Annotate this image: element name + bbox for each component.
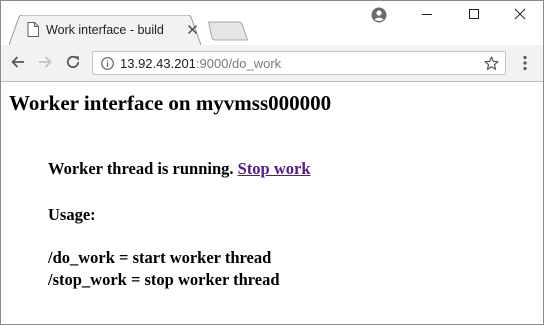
stop-work-link[interactable]: Stop work: [238, 159, 311, 178]
status-line: Worker thread is running. Stop work: [48, 159, 311, 179]
minimize-button[interactable]: [404, 1, 450, 27]
star-icon[interactable]: [484, 56, 499, 71]
window-close-icon: [514, 8, 526, 20]
tab-strip: Work interface - build: [1, 1, 543, 45]
window-close-button[interactable]: [497, 1, 543, 27]
usage-label: Usage:: [48, 205, 96, 224]
maximize-icon: [469, 9, 479, 19]
tab-title: Work interface - build: [46, 23, 164, 37]
close-icon[interactable]: [187, 24, 198, 35]
reload-icon[interactable]: [64, 53, 82, 71]
minimize-icon: [422, 14, 432, 15]
page-content: Worker interface on myvmss000000 Worker …: [1, 82, 543, 324]
browser-toolbar: 13.92.43.201:9000/do_work: [1, 45, 543, 82]
profile-icon[interactable]: [371, 7, 387, 23]
browser-window: Work interface - build 13.92.43.201:9000…: [0, 0, 544, 325]
document-icon: [27, 22, 39, 37]
status-text: Worker thread is running.: [48, 159, 234, 178]
maximize-button[interactable]: [451, 1, 497, 27]
url-host: 13.92.43.201: [120, 56, 196, 71]
new-tab-button[interactable]: [208, 21, 248, 41]
url-path: :9000/do_work: [195, 56, 282, 71]
kebab-menu-icon[interactable]: [522, 55, 528, 71]
address-bar[interactable]: 13.92.43.201:9000/do_work: [92, 51, 506, 75]
tab-active[interactable]: Work interface - build: [9, 15, 201, 45]
usage-line-do-work: /do_work = start worker thread: [48, 248, 272, 267]
back-arrow-icon[interactable]: [9, 53, 27, 71]
info-icon[interactable]: [101, 57, 114, 70]
page-title: Worker interface on myvmss000000: [9, 91, 332, 115]
usage-line-stop-work: /stop_work = stop worker thread: [48, 270, 280, 289]
forward-arrow-icon[interactable]: [36, 53, 54, 71]
url-text[interactable]: 13.92.43.201:9000/do_work: [120, 56, 281, 71]
